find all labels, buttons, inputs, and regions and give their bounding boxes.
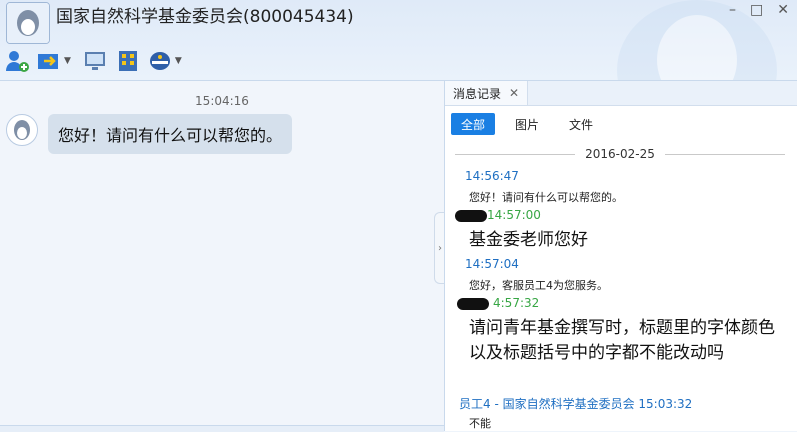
agent-avatar	[6, 114, 38, 146]
contact-avatar[interactable]	[6, 2, 50, 44]
filter-all[interactable]: 全部	[451, 113, 496, 135]
message-meta: 员工4 - 国家自然科学基金委员会 15:03:32	[459, 397, 693, 411]
remote-desktop-icon[interactable]	[83, 48, 109, 74]
chevron-right-icon: ›	[438, 242, 442, 254]
window-title: 国家自然科学基金委员会(800045434)	[56, 7, 354, 27]
history-filters: 全部 图片 文件	[451, 113, 603, 135]
transfer-file-icon[interactable]	[36, 48, 62, 74]
agent-icon[interactable]	[147, 48, 173, 74]
chat-timestamp: 15:04:16	[195, 94, 249, 108]
filter-images[interactable]: 图片	[505, 113, 549, 135]
history-date: 2016-02-25	[579, 147, 661, 161]
close-button[interactable]: ✕	[777, 2, 789, 18]
history-panel: 消息记录 ✕ 全部 图片 文件 2016-02-25 14:56:47 您好！请…	[444, 81, 797, 431]
add-contact-icon[interactable]	[4, 48, 30, 74]
message-text: 您好，客服员工4为您服务。	[469, 279, 608, 292]
chat-message-bubble: 您好！请问有什么可以帮您的。	[48, 114, 293, 154]
redacted-name	[455, 210, 487, 222]
redacted-name	[457, 298, 489, 310]
tab-label: 消息记录	[453, 86, 502, 101]
message-text: 请问青年基金撰写时，标题里的字体颜色以及标题括号中的字都不能改动吗	[469, 318, 775, 363]
maximize-button[interactable]: □	[750, 2, 763, 18]
toolbar: ▼ ▼	[4, 48, 188, 74]
chat-panel: 15:04:16 您好！请问有什么可以帮您的。	[0, 81, 444, 432]
message-meta: 14:57:04	[465, 257, 519, 271]
history-tabbar: 消息记录 ✕	[445, 81, 797, 106]
tab-message-history[interactable]: 消息记录 ✕	[445, 81, 529, 105]
chevron-down-icon[interactable]: ▼	[64, 56, 71, 66]
message-meta: 4:57:32	[493, 296, 540, 310]
minimize-button[interactable]: –	[729, 2, 736, 18]
message-meta: 14:56:47	[465, 169, 519, 183]
app-grid-icon[interactable]	[115, 48, 141, 74]
message-meta: 14:57:00	[487, 208, 541, 222]
window-controls: – □ ✕	[729, 2, 789, 18]
title-bar: 国家自然科学基金委员会(800045434) – □ ✕ ▼ ▼	[0, 0, 797, 81]
chevron-down-icon[interactable]: ▼	[175, 56, 182, 66]
message-text: 您好！请问有什么可以帮您的。	[469, 191, 623, 204]
close-icon[interactable]: ✕	[509, 86, 519, 100]
date-separator: 2016-02-25	[455, 147, 785, 161]
message-text: 不能	[469, 417, 491, 430]
filter-files[interactable]: 文件	[559, 113, 603, 135]
message-text: 基金委老师您好	[469, 230, 588, 250]
